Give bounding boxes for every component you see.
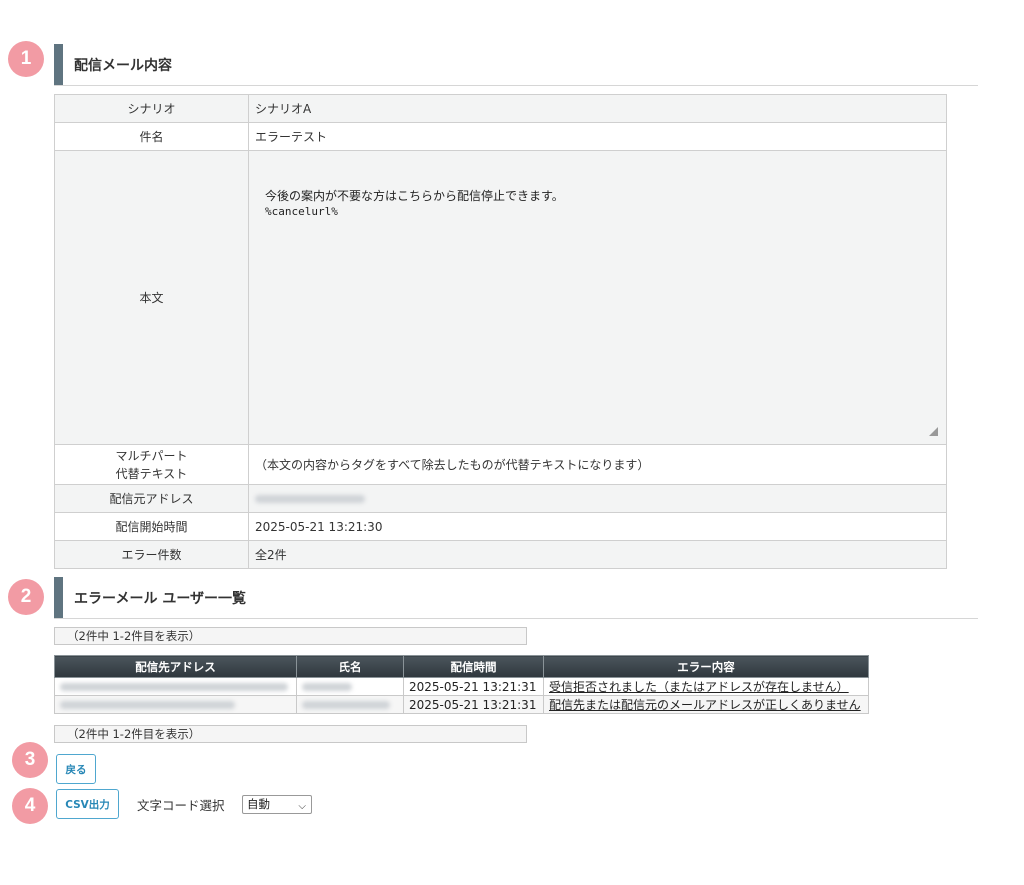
row-body: 本文 今後の案内が不要な方はこちらから配信停止できます。 %cancelurl% (54, 150, 947, 445)
value-multipart: （本文の内容からタグをすべて除去したものが代替テキストになります） (248, 444, 947, 485)
csv-export-button[interactable]: CSV出力 (56, 789, 119, 819)
step-badge-2: 2 (8, 579, 44, 615)
section-header-error-users: エラーメール ユーザー一覧 (54, 577, 978, 619)
row-error-count: エラー件数 全2件 (54, 540, 947, 569)
cell-time: 2025-05-21 13:21:31 (403, 677, 544, 696)
col-header-time: 配信時間 (403, 655, 544, 678)
cell-name-redacted (296, 695, 404, 714)
label-scenario: シナリオ (54, 94, 249, 123)
table-header-row: 配信先アドレス 氏名 配信時間 エラー内容 (54, 655, 869, 678)
step-badge-1: 1 (8, 41, 44, 77)
mail-info-table: シナリオ シナリオA 件名 エラーテスト 本文 今後の案内が不要な方はこちらから… (54, 94, 947, 569)
section-header-mail-content: 配信メール内容 (54, 44, 978, 86)
error-user-table: 配信先アドレス 氏名 配信時間 エラー内容 2025-05-21 13:21:3… (54, 655, 869, 714)
label-body: 本文 (54, 150, 249, 445)
cell-address-redacted (54, 677, 297, 696)
label-multipart: マルチパート 代替テキスト (54, 444, 249, 485)
body-line-2: %cancelurl% (265, 205, 338, 218)
back-button[interactable]: 戻る (56, 754, 96, 784)
value-subject: エラーテスト (248, 122, 947, 151)
encoding-select[interactable]: 自動 ⌵ (242, 795, 312, 814)
redacted-text (60, 700, 235, 709)
cell-address-redacted (54, 695, 297, 714)
step-badge-3: 3 (12, 742, 48, 778)
label-error-count: エラー件数 (54, 540, 249, 569)
resize-grip-icon[interactable] (929, 427, 938, 436)
row-from-address: 配信元アドレス (54, 484, 947, 513)
value-start-time: 2025-05-21 13:21:30 (248, 512, 947, 541)
row-scenario: シナリオ シナリオA (54, 94, 947, 123)
error-detail-link[interactable]: 配信先または配信元のメールアドレスが正しくありません (549, 698, 861, 712)
redacted-text (302, 700, 390, 709)
value-from-address-redacted (248, 484, 947, 513)
body-textarea[interactable]: 今後の案内が不要な方はこちらから配信停止できます。 %cancelurl% (248, 150, 947, 445)
label-from-address: 配信元アドレス (54, 484, 249, 513)
encoding-label: 文字コード選択 (137, 798, 225, 813)
label-multipart-line1: マルチパート (115, 448, 188, 463)
cell-time: 2025-05-21 13:21:31 (403, 695, 544, 714)
redacted-text (255, 494, 365, 503)
body-line-1: 今後の案内が不要な方はこちらから配信停止できます。 (265, 189, 564, 203)
pager-info-bottom: （2件中 1-2件目を表示） (54, 725, 527, 743)
col-header-name: 氏名 (296, 655, 404, 678)
value-error-count: 全2件 (248, 540, 947, 569)
encoding-selected-value: 自動 (247, 797, 270, 811)
pager-info-top: （2件中 1-2件目を表示） (54, 627, 527, 645)
label-multipart-line2: 代替テキスト (115, 466, 188, 481)
step-badge-4: 4 (12, 788, 48, 824)
row-subject: 件名 エラーテスト (54, 122, 947, 151)
redacted-text (60, 682, 288, 691)
cell-error: 受信拒否されました（またはアドレスが存在しません） (543, 677, 869, 696)
label-subject: 件名 (54, 122, 249, 151)
section-title: エラーメール ユーザー一覧 (74, 591, 247, 607)
cell-error: 配信先または配信元のメールアドレスが正しくありません (543, 695, 869, 714)
error-detail-link[interactable]: 受信拒否されました（またはアドレスが存在しません） (549, 680, 849, 694)
value-scenario: シナリオA (248, 94, 947, 123)
table-row: 2025-05-21 13:21:31 配信先または配信元のメールアドレスが正し… (54, 695, 869, 714)
row-start-time: 配信開始時間 2025-05-21 13:21:30 (54, 512, 947, 541)
chevron-down-icon: ⌵ (298, 801, 306, 812)
table-row: 2025-05-21 13:21:31 受信拒否されました（またはアドレスが存在… (54, 677, 869, 696)
section-accent-bar (54, 577, 63, 618)
cell-name-redacted (296, 677, 404, 696)
section-title: 配信メール内容 (74, 58, 172, 74)
col-header-address: 配信先アドレス (54, 655, 297, 678)
col-header-error: エラー内容 (543, 655, 869, 678)
redacted-text (302, 682, 352, 691)
label-start-time: 配信開始時間 (54, 512, 249, 541)
row-multipart: マルチパート 代替テキスト （本文の内容からタグをすべて除去したものが代替テキス… (54, 444, 947, 485)
section-accent-bar (54, 44, 63, 85)
